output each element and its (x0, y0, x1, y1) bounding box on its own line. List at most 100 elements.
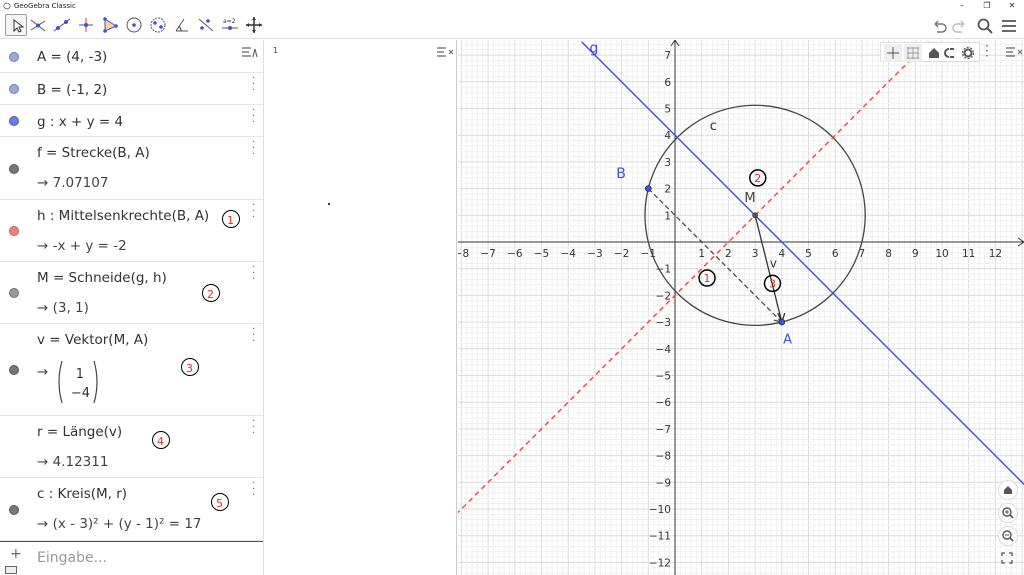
algebra-definition[interactable]: v = Vektor(M, A) (37, 332, 148, 348)
annotation-marker: 2 (754, 172, 761, 185)
visibility-toggle-icon[interactable] (9, 365, 19, 375)
algebra-definition[interactable]: r = Länge(v) (37, 424, 122, 440)
fullscreen-button[interactable] (998, 549, 1018, 569)
point-capturing-icon[interactable] (944, 48, 954, 58)
vector-y: −4 (71, 386, 90, 401)
more-options-icon[interactable]: · · · (252, 325, 255, 347)
visibility-toggle-icon[interactable] (9, 116, 19, 126)
coordinate-plot[interactable]: −8 −7 −6 −5 −4 −3 −2 −1 1 2 3 4 5 6 7 8 9 10 11 127654321−1… (458, 40, 1024, 575)
more-options-icon[interactable]: · · · (252, 106, 255, 128)
algebra-value: → (37, 364, 49, 380)
y-tick-label: 5 (664, 104, 671, 116)
angle-tool-icon[interactable] (171, 14, 193, 36)
grid-toggle-icon[interactable] (904, 44, 922, 62)
y-tick-label: −7 (656, 424, 671, 436)
y-tick-label: −4 (656, 344, 672, 356)
keyboard-icon[interactable] (5, 566, 17, 574)
algebra-row[interactable]: c : Kreis(M, r) → (x - 3)² + (y - 1)² = 1… (0, 478, 263, 541)
algebra-definition[interactable]: M = Schneide(g, h) (37, 270, 167, 286)
zoom-out-button[interactable] (998, 526, 1018, 546)
ellipse-tool-icon[interactable] (147, 14, 169, 36)
search-icon[interactable] (976, 17, 994, 35)
x-tick-label: −3 (587, 248, 602, 260)
algebra-definition[interactable]: B = (-1, 2) (37, 82, 107, 98)
graphics-view[interactable]: −8 −7 −6 −5 −4 −3 −2 −1 1 2 3 4 5 6 7 8 9 10 11 12 7 6 5 4 3 2 1 −1… (458, 40, 1024, 575)
y-tick-label: −12 (649, 557, 671, 569)
more-options-icon[interactable]: · · · (252, 479, 255, 501)
algebra-row[interactable]: v = Vektor(M, A) → 1 −4 · · · 3 (0, 324, 263, 416)
annotation-marker: 3 (181, 358, 199, 376)
algebra-definition[interactable]: h : Mittelsenkrechte(B, A) (37, 208, 209, 224)
minimize-button[interactable]: – (950, 0, 974, 12)
label-c: c (710, 119, 717, 134)
move-tool-icon[interactable] (5, 14, 27, 36)
reflect-tool-icon[interactable] (195, 14, 217, 36)
label-A: A (783, 332, 792, 347)
algebra-row[interactable]: g : x + y = 4 · · · (0, 105, 263, 137)
spreadsheet-view: 1 (265, 40, 457, 575)
zoom-in-button[interactable] (998, 503, 1018, 523)
y-tick-label: 4 (664, 130, 671, 142)
standard-view-button[interactable] (998, 480, 1018, 500)
algebra-definition[interactable]: g : x + y = 4 (37, 114, 123, 130)
visibility-toggle-icon[interactable] (9, 288, 19, 298)
annotation-marker: 3 (769, 277, 776, 290)
maximize-button[interactable]: ❐ (975, 0, 999, 12)
line-tool-icon[interactable] (51, 14, 73, 36)
close-button[interactable]: ✕ (1000, 0, 1024, 12)
x-tick-label: 2 (725, 248, 732, 260)
algebra-row[interactable]: A = (4, -3) (0, 40, 263, 73)
more-options-icon[interactable]: · · · (252, 138, 255, 160)
polygon-tool-icon[interactable] (99, 14, 121, 36)
circle-tool-icon[interactable] (123, 14, 145, 36)
graphics-more-icon[interactable]: · · · (985, 40, 989, 62)
slider-tool-icon[interactable]: a=2 (219, 14, 241, 36)
y-tick-label: −10 (649, 504, 671, 516)
visibility-toggle-icon[interactable] (9, 504, 19, 515)
algebra-sort-icon[interactable] (240, 45, 260, 61)
undo-icon[interactable] (930, 17, 948, 35)
more-options-icon[interactable]: · · · (252, 74, 255, 96)
input-bar[interactable]: + Eingabe... (0, 541, 263, 575)
algebra-row[interactable]: M = Schneide(g, h) → (3, 1) · · · 2 (0, 262, 263, 324)
algebra-value: → -x + y = -2 (37, 238, 127, 254)
algebra-definition[interactable]: c : Kreis(M, r) (37, 486, 127, 502)
algebra-row[interactable]: B = (-1, 2) · · · (0, 73, 263, 105)
spreadsheet-menu-icon[interactable] (435, 45, 455, 59)
graphics-menu-icon[interactable] (1004, 45, 1024, 59)
algebra-row[interactable]: r = Länge(v) → 4.12311 · · · 4 (0, 416, 263, 478)
x-tick-label: 12 (989, 248, 1002, 260)
more-options-icon[interactable]: · · · (252, 263, 255, 285)
settings-gear-icon[interactable] (961, 46, 975, 60)
annotation-marker: 4 (152, 431, 170, 449)
geogebra-logo-icon (3, 2, 11, 10)
y-tick-label: −3 (656, 317, 671, 329)
x-tick-label: 5 (805, 248, 812, 260)
annotation-marker: 5 (211, 493, 229, 511)
algebra-value: → (3, 1) (37, 300, 89, 316)
add-icon[interactable]: + (10, 546, 22, 562)
more-options-icon[interactable]: · · · (252, 201, 255, 223)
algebra-row[interactable]: f = Strecke(B, A) → 7.07107 · · · (0, 137, 263, 200)
visibility-toggle-icon[interactable] (9, 51, 19, 62)
more-options-icon[interactable]: · · · (252, 417, 255, 439)
algebra-definition[interactable]: f = Strecke(B, A) (37, 145, 150, 161)
visibility-toggle-icon[interactable] (9, 226, 19, 236)
visibility-toggle-icon[interactable] (9, 84, 19, 94)
x-tick-label: −8 (458, 248, 469, 260)
main-menu-icon[interactable] (1000, 17, 1018, 35)
title-bar: GeoGebra Classic – ❐ ✕ (0, 0, 1024, 12)
point-tool-icon[interactable] (27, 14, 49, 36)
axes-toggle-icon[interactable] (884, 44, 902, 62)
x-tick-label: −6 (507, 248, 523, 260)
perpendicular-tool-icon[interactable] (75, 14, 97, 36)
x-tick-label: −4 (560, 248, 576, 260)
redo-icon[interactable] (951, 17, 969, 35)
algebra-value: → (x - 3)² + (y - 1)² = 17 (37, 516, 202, 532)
visibility-toggle-icon[interactable] (9, 163, 19, 174)
algebra-row[interactable]: h : Mittelsenkrechte(B, A) → -x + y = -2 ·… (0, 200, 263, 262)
input-field[interactable]: Eingabe... (37, 550, 107, 566)
home-icon[interactable] (929, 48, 939, 58)
move-view-tool-icon[interactable] (243, 14, 265, 36)
algebra-definition[interactable]: A = (4, -3) (37, 49, 107, 65)
